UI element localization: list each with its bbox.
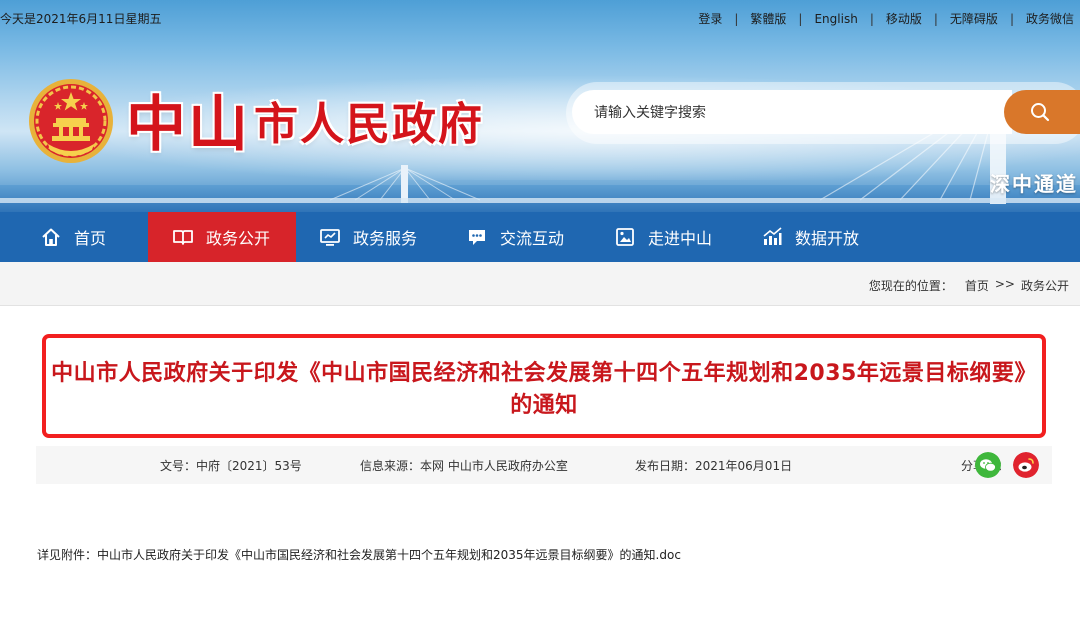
nav-item-about-zhongshan[interactable]: 走进中山: [614, 212, 712, 262]
english-link[interactable]: English: [814, 12, 857, 26]
wechat-account-link[interactable]: 政务微信: [1026, 10, 1074, 27]
nav-item-label: 政务服务: [353, 229, 418, 248]
article-title: 中山市人民政府关于印发《中山市国民经济和社会发展第十四个五年规划和2035年远景…: [51, 361, 1037, 418]
breadcrumb-separator: >>: [994, 277, 1015, 291]
site-title-calligraphy: 中山: [126, 90, 250, 160]
picture-icon: [614, 226, 636, 248]
nav-item-home[interactable]: 首页: [40, 212, 106, 262]
attachment: 详见附件：中山市人民政府关于印发《中山市国民经济和社会发展第十四个五年规划和20…: [37, 546, 681, 563]
divider: |: [734, 11, 739, 26]
main-nav: 首页 政务公开 政务服务 交流互动 走进中山 数据开放: [0, 212, 1080, 262]
book-icon: [172, 226, 194, 248]
divider: |: [1009, 11, 1014, 26]
breadcrumb-home-link[interactable]: 首页: [965, 277, 989, 294]
chat-icon: [466, 226, 488, 248]
nav-item-label: 首页: [74, 229, 107, 248]
article-meta-bar: 文号：中府〔2021〕53号 信息来源：本网 中山市人民政府办公室 发布日期：2…: [36, 446, 1052, 484]
top-links: 登录 | 繁體版 | English | 移动版 | 无障碍版 | 政务微信: [698, 10, 1074, 27]
search-icon: [1031, 103, 1050, 122]
breadcrumb: 您现在的位置： 首页 >> 政务公开: [869, 277, 1069, 294]
nav-item-label: 数据开放: [795, 229, 860, 248]
search-button[interactable]: [1004, 90, 1080, 134]
bar-chart-icon: [761, 226, 783, 248]
nav-item-label: 政务公开: [206, 229, 271, 248]
national-emblem-icon[interactable]: [28, 78, 114, 164]
nav-item-open-data[interactable]: 数据开放: [761, 212, 859, 262]
nav-item-label: 交流互动: [500, 229, 565, 248]
login-link[interactable]: 登录: [698, 10, 722, 27]
nav-item-government-affairs[interactable]: 政务公开: [148, 212, 296, 262]
wechat-icon[interactable]: [975, 452, 1001, 478]
attachment-label: 详见附件：: [37, 548, 98, 562]
top-utility-bar: 今天是2021年6月11日星期五 登录 | 繁體版 | English | 移动…: [0, 0, 1080, 34]
monitor-icon: [319, 226, 341, 248]
home-icon: [40, 226, 62, 248]
breadcrumb-bar: 您现在的位置： 首页 >> 政务公开: [0, 262, 1080, 306]
attachment-link[interactable]: 中山市人民政府关于印发《中山市国民经济和社会发展第十四个五年规划和2035年远景…: [97, 548, 681, 562]
mobile-version-link[interactable]: 移动版: [886, 10, 922, 27]
weibo-icon[interactable]: [1013, 452, 1039, 478]
breadcrumb-current-link[interactable]: 政务公开: [1021, 277, 1069, 294]
breadcrumb-prefix: 您现在的位置：: [868, 279, 953, 293]
document-number: 文号：中府〔2021〕53号: [160, 459, 302, 473]
info-source: 信息来源：本网 中山市人民政府办公室: [360, 459, 568, 473]
accessible-version-link[interactable]: 无障碍版: [950, 10, 998, 27]
site-title-text: 市人民政府: [254, 98, 484, 150]
divider: |: [869, 11, 874, 26]
nav-item-label: 走进中山: [648, 229, 713, 248]
traditional-chinese-link[interactable]: 繁體版: [750, 10, 786, 27]
divider: |: [933, 11, 938, 26]
publish-date: 发布日期：2021年06月01日: [635, 459, 793, 473]
nav-item-services[interactable]: 政务服务: [319, 212, 417, 262]
search-input[interactable]: [572, 90, 1012, 134]
current-date: 今天是2021年6月11日星期五: [0, 12, 162, 26]
site-title: 中山市人民政府: [126, 76, 484, 163]
divider: |: [798, 11, 803, 26]
banner-caption: 深中通道: [990, 172, 1078, 196]
header-banner: 今天是2021年6月11日星期五 登录 | 繁體版 | English | 移动…: [0, 0, 1080, 212]
nav-item-interaction[interactable]: 交流互动: [466, 212, 564, 262]
page: 今天是2021年6月11日星期五 登录 | 繁體版 | English | 移动…: [0, 0, 1080, 623]
